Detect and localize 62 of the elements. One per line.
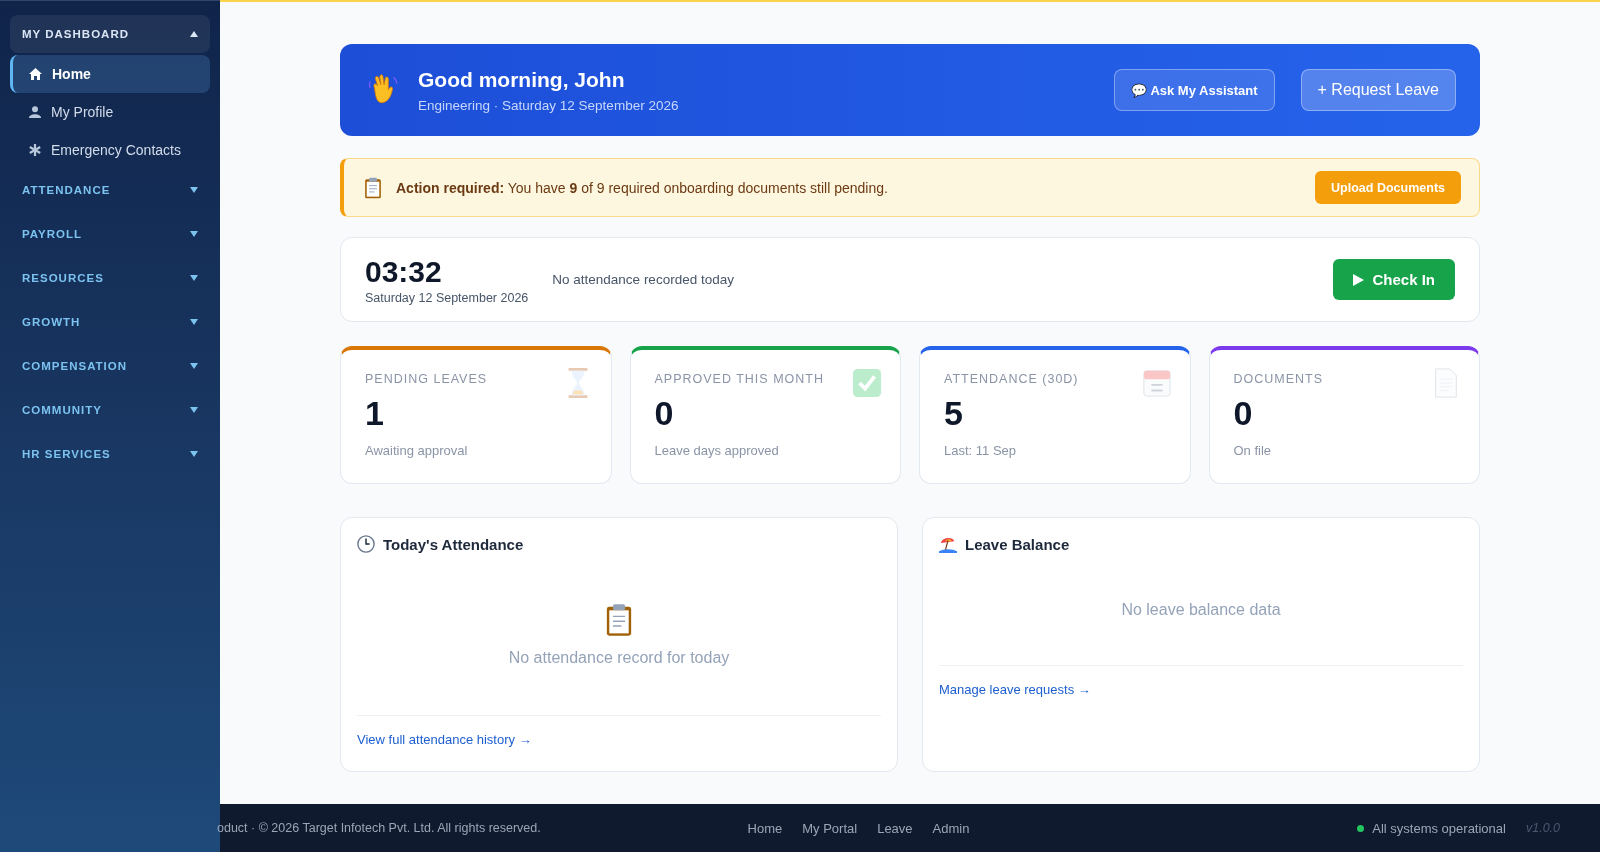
play-icon <box>1353 273 1365 286</box>
current-date: Saturday 12 September 2026 <box>365 290 529 305</box>
stat-note: Last: 11 Sep <box>944 443 1018 458</box>
greeting-subtitle: Engineering · Saturday 12 September 2026 <box>418 97 680 113</box>
panel-link[interactable]: View full attendance history → <box>357 732 532 747</box>
stat-label: DOCUMENTS <box>1233 372 1325 386</box>
system-status: All systems operational <box>1372 820 1506 836</box>
sidebar-section-header[interactable]: ATTENDANCE <box>10 169 210 211</box>
attendance-status: No attendance recorded today <box>552 272 735 287</box>
clipboard-icon <box>362 176 384 199</box>
sidebar-section-header[interactable]: COMMUNITY <box>10 389 210 431</box>
sidebar-section-header[interactable]: RESOURCES <box>10 257 210 299</box>
check-mark-icon <box>852 368 882 398</box>
stat-note: Leave days approved <box>654 443 780 458</box>
stat-value: 5 <box>944 394 964 433</box>
sidebar-item[interactable]: Home <box>10 55 210 93</box>
footer-link[interactable]: Home <box>747 820 783 836</box>
caret-icon <box>190 187 198 193</box>
stat-note: On file <box>1233 443 1273 458</box>
empty-message: No leave balance data <box>1121 600 1281 619</box>
person-icon <box>29 106 41 118</box>
alert-message: Action required: You have 9 of 9 required onboarding documents still pending. <box>396 179 889 196</box>
status-dot <box>1357 824 1365 832</box>
clock-icon <box>357 535 375 553</box>
sidebar-section-header[interactable]: MY DASHBOARD <box>10 15 210 53</box>
caret-icon <box>190 407 198 413</box>
sidebar-item[interactable]: Emergency Contacts <box>10 131 210 169</box>
stat-label: APPROVED THIS MONTH <box>654 372 825 386</box>
sidebar-section-header[interactable]: COMPENSATION <box>10 345 210 387</box>
sidebar-section-header[interactable]: HR SERVICES <box>10 433 210 475</box>
caret-icon <box>190 363 198 369</box>
panel-link[interactable]: Manage leave requests → <box>939 682 1091 697</box>
assistant-button[interactable]: 💬 Ask My Assistant <box>1114 69 1275 111</box>
panel-title: Leave Balance <box>965 535 1070 553</box>
caret-icon <box>190 319 198 325</box>
stat-value: 0 <box>654 394 675 433</box>
stat-label: ATTENDANCE (30D) <box>944 372 1080 386</box>
footer-link[interactable]: Admin <box>932 820 970 836</box>
stat-note: Awaiting approval <box>365 443 469 458</box>
footer-link[interactable]: Leave <box>877 820 913 836</box>
asterisk-icon <box>29 144 41 156</box>
version: v1.0.0 <box>1525 821 1560 835</box>
greeting: Good morning, John <box>418 67 626 92</box>
sidebar-section-header[interactable]: GROWTH <box>10 301 210 343</box>
request-leave-button[interactable]: + Request Leave <box>1300 69 1456 111</box>
empty-message: No attendance record for today <box>508 648 730 667</box>
footer-link[interactable]: My Portal <box>802 820 858 836</box>
caret-icon <box>190 31 198 37</box>
home-icon <box>29 68 42 80</box>
calendar-icon <box>1141 368 1172 398</box>
caret-icon <box>190 275 198 281</box>
sidebar-item[interactable]: My Profile <box>10 93 210 131</box>
beach-umbrella-icon <box>939 535 957 553</box>
caret-icon <box>190 231 198 237</box>
stat-value: 0 <box>1233 394 1254 433</box>
sidebar-section-header[interactable]: PAYROLL <box>10 213 210 255</box>
current-time: 03:32 <box>365 254 443 289</box>
panel-title: Today's Attendance <box>383 535 524 553</box>
caret-icon <box>190 451 198 457</box>
stat-value: 1 <box>365 394 385 433</box>
copyright: oduct · © 2026 Target Infotech Pvt. Ltd. All rights reserved. <box>217 821 542 835</box>
stat-label: PENDING LEAVES <box>365 372 489 386</box>
